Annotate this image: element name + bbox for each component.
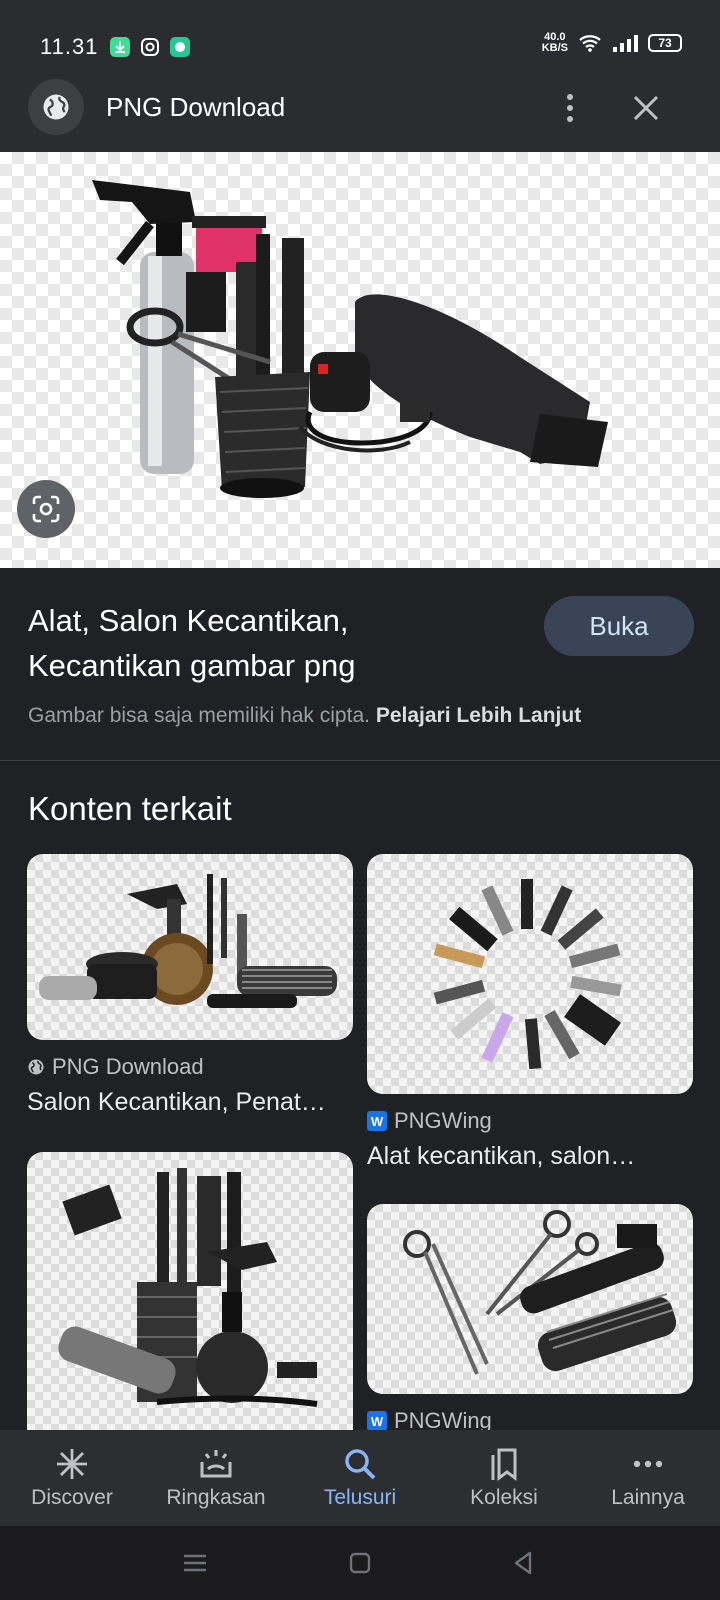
status-bar: 11.31 40.0 KB/S 73 (0, 0, 720, 64)
asterisk-icon (54, 1446, 90, 1482)
lens-search-button[interactable] (17, 480, 75, 538)
back-icon[interactable] (508, 1550, 538, 1576)
more-horiz-icon (630, 1446, 666, 1482)
download-notification-icon (110, 37, 130, 57)
site-favicon (28, 79, 84, 135)
close-icon[interactable] (628, 90, 664, 126)
collections-icon (486, 1446, 522, 1482)
globe-icon (43, 94, 69, 120)
card-source-name: PNG Download (52, 1054, 204, 1079)
related-card[interactable]: W PNGWing Alat kecantikan, salon… (367, 854, 693, 1171)
chat-notification-icon (170, 37, 190, 57)
summary-icon (198, 1446, 234, 1482)
nav-label: Lainnya (611, 1486, 685, 1509)
signal-icon (613, 35, 638, 52)
nav-telusuri[interactable]: Telusuri (288, 1430, 432, 1526)
more-vert-icon[interactable] (556, 92, 584, 124)
net-speed-unit: KB/S (541, 42, 568, 54)
viewer-header: PNG Download (0, 64, 720, 152)
net-speed: 40.0 KB/S (542, 32, 568, 54)
card-title[interactable]: Alat kecantikan, salon… (367, 1142, 683, 1171)
card-source: PNG Download (27, 1054, 353, 1080)
copyright-notice: Gambar bisa saja memiliki hak cipta. Pel… (28, 704, 581, 728)
globe-icon (28, 1059, 44, 1075)
nav-label: Ringkasan (166, 1486, 266, 1509)
related-card[interactable] (27, 1152, 353, 1430)
related-heading: Konten terkait (28, 790, 232, 827)
learn-more-link[interactable]: Pelajari Lebih Lanjut (376, 704, 581, 727)
related-card[interactable]: W PNGWing (367, 1204, 693, 1434)
recent-apps-icon[interactable] (180, 1550, 210, 1576)
nav-discover[interactable]: Discover (0, 1430, 144, 1526)
home-icon[interactable] (345, 1550, 375, 1576)
related-thumbnail[interactable] (367, 1204, 693, 1394)
open-button[interactable]: Buka (544, 596, 694, 656)
card-title[interactable]: Salon Kecantikan, Penat… (27, 1088, 343, 1117)
result-image[interactable] (0, 152, 720, 568)
nav-label: Telusuri (323, 1486, 397, 1509)
battery-indicator: 73 (648, 34, 682, 52)
related-thumbnail[interactable] (27, 1152, 353, 1430)
card-source-name: PNGWing (394, 1108, 492, 1133)
nav-koleksi[interactable]: Koleksi (432, 1430, 576, 1526)
copyright-text: Gambar bisa saja memiliki hak cipta. (28, 704, 370, 727)
lens-icon (32, 495, 60, 523)
nav-ringkasan[interactable]: Ringkasan (144, 1430, 288, 1526)
instagram-notification-icon (140, 37, 160, 57)
result-details: Alat, Salon Kecantikan, Kecantikan gamba… (0, 568, 720, 760)
related-thumbnail[interactable] (27, 854, 353, 1040)
nav-label: Discover (31, 1486, 113, 1509)
bottom-nav: Discover Ringkasan Telusuri Koleksi Lain… (0, 1430, 720, 1526)
pngwing-icon: W (367, 1111, 387, 1131)
divider (0, 760, 720, 761)
related-card[interactable]: PNG Download Salon Kecantikan, Penat… (27, 854, 353, 1117)
result-title: Alat, Salon Kecantikan, Kecantikan gamba… (28, 603, 356, 683)
wifi-icon (579, 35, 601, 52)
pngwing-icon: W (367, 1411, 387, 1431)
nav-lainnya[interactable]: Lainnya (576, 1430, 720, 1526)
search-icon (342, 1446, 378, 1482)
card-source: W PNGWing (367, 1108, 693, 1134)
status-right: 40.0 KB/S 73 (542, 32, 682, 54)
nav-label: Koleksi (470, 1486, 538, 1509)
related-thumbnail[interactable] (367, 854, 693, 1094)
system-nav-bar (0, 1526, 720, 1600)
page-title: PNG Download (106, 92, 286, 122)
status-time: 11.31 (40, 34, 99, 59)
